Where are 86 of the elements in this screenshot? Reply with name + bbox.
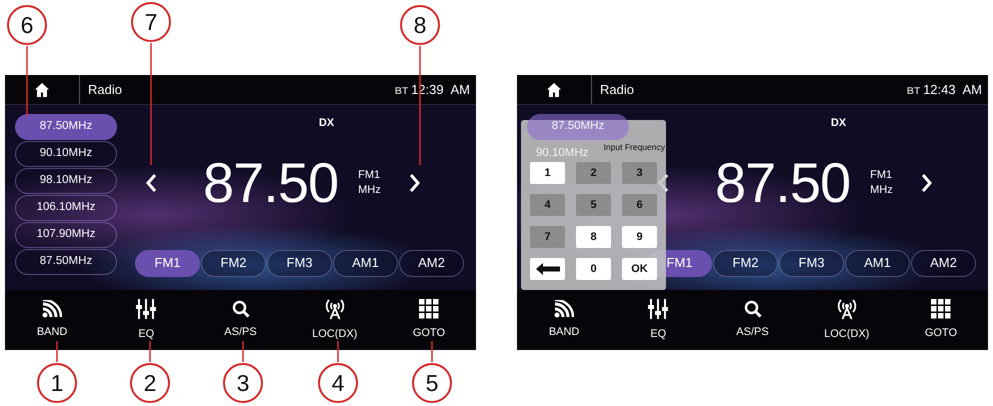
toolbar-button[interactable]: AS/PS [193, 290, 288, 350]
band-tab[interactable]: FM2 [201, 250, 266, 276]
keypad-key[interactable]: 4 [530, 194, 565, 216]
preset-button[interactable]: 90.10MHz [15, 141, 117, 167]
preset-button[interactable]: 87.50MHz [15, 249, 117, 275]
reception-mode: DX [318, 116, 336, 131]
backspace-key[interactable] [530, 258, 565, 280]
band-tab[interactable]: FM2 [713, 250, 778, 276]
equalizer-sliders-icon [136, 298, 156, 320]
search-icon [744, 300, 762, 318]
keypad-key[interactable]: 5 [576, 194, 611, 216]
callout-number: 8 [400, 5, 440, 45]
band-tab[interactable]: FM3 [267, 250, 332, 276]
bluetooth-label: BT [394, 84, 408, 99]
home-icon [35, 82, 49, 96]
signal-waves-icon [42, 300, 62, 318]
keypad-key[interactable]: 0 [576, 258, 611, 280]
next-button[interactable] [920, 172, 933, 192]
popup-title: Input Frequency [604, 141, 665, 154]
frequency-display: 87.50 [715, 154, 850, 210]
band-tab[interactable]: AM1 [845, 250, 910, 276]
callout-number: 3 [223, 363, 263, 403]
preset-button[interactable]: 107.90MHz [15, 222, 117, 248]
toolbar-button[interactable]: LOC(DX) [800, 290, 894, 350]
keypad-key[interactable]: 9 [622, 226, 657, 248]
chevron-right-icon [408, 172, 421, 192]
band-label: FM1 [870, 168, 893, 182]
screen-title: Radio [600, 80, 634, 99]
toolbar-button[interactable]: AS/PS [705, 290, 800, 350]
keypad-key[interactable]: 8 [576, 226, 611, 248]
preset-button[interactable]: 98.10MHz [15, 168, 117, 194]
keypad-key[interactable]: 1 [530, 162, 565, 184]
toolbar-button[interactable]: EQ [99, 290, 194, 350]
antenna-icon [836, 298, 858, 320]
chevron-right-icon [920, 172, 933, 192]
band-tab[interactable]: FM1 [135, 250, 200, 276]
leader-line [431, 341, 433, 362]
leader-line [242, 341, 244, 362]
band-tab[interactable]: AM1 [333, 250, 398, 276]
band-label: FM1 [358, 168, 381, 182]
keypad-key[interactable]: 6 [622, 194, 657, 216]
toolbar-button[interactable]: GOTO [382, 290, 476, 350]
band-tab[interactable]: AM2 [399, 250, 464, 276]
toolbar-button[interactable]: LOC(DX) [288, 290, 382, 350]
reception-mode: DX [830, 116, 848, 131]
unit-label: MHz [870, 182, 893, 197]
toolbar-button[interactable]: BAND [517, 290, 612, 350]
leader-line [149, 341, 151, 362]
toolbar-button[interactable]: GOTO [894, 290, 988, 350]
grid-icon [930, 298, 951, 319]
keypad-key[interactable]: 7 [530, 226, 565, 248]
left-arrow-icon [536, 263, 560, 275]
callout-number: 5 [412, 363, 452, 403]
band-tab[interactable]: AM2 [911, 250, 976, 276]
home-icon [547, 82, 561, 96]
grid-icon [418, 298, 439, 319]
chevron-left-icon [145, 172, 157, 192]
leader-line [56, 341, 58, 362]
toolbar-button[interactable]: BAND [5, 290, 100, 350]
next-button[interactable] [408, 172, 421, 192]
leader-line [337, 341, 339, 362]
previous-button[interactable] [145, 172, 157, 192]
home-button[interactable] [35, 82, 49, 96]
frequency-display: 87.50 [203, 154, 338, 210]
search-icon [232, 300, 250, 318]
callout-number: 7 [131, 2, 171, 42]
band-tab[interactable]: FM3 [779, 250, 844, 276]
bluetooth-label: BT [906, 84, 920, 99]
signal-waves-icon [554, 300, 574, 318]
unit-label: MHz [358, 182, 381, 197]
callout-number: 6 [7, 5, 47, 45]
preset-button[interactable]: 87.50MHz [15, 114, 117, 140]
keypad-key[interactable]: 3 [622, 162, 657, 184]
clock-time: 12:43 AM [923, 80, 982, 99]
preset-button[interactable]: 106.10MHz [15, 195, 117, 221]
callout-number: 2 [130, 363, 170, 403]
antenna-icon [324, 298, 346, 320]
screen-title: Radio [88, 80, 122, 99]
callout-number: 4 [318, 363, 358, 403]
leader-line [26, 46, 28, 116]
keypad-key[interactable]: OK [622, 258, 657, 280]
toolbar-button[interactable]: EQ [611, 290, 706, 350]
home-button[interactable] [547, 82, 561, 96]
equalizer-sliders-icon [648, 298, 668, 320]
keypad-key[interactable]: 2 [576, 162, 611, 184]
callout-number: 1 [37, 363, 77, 403]
